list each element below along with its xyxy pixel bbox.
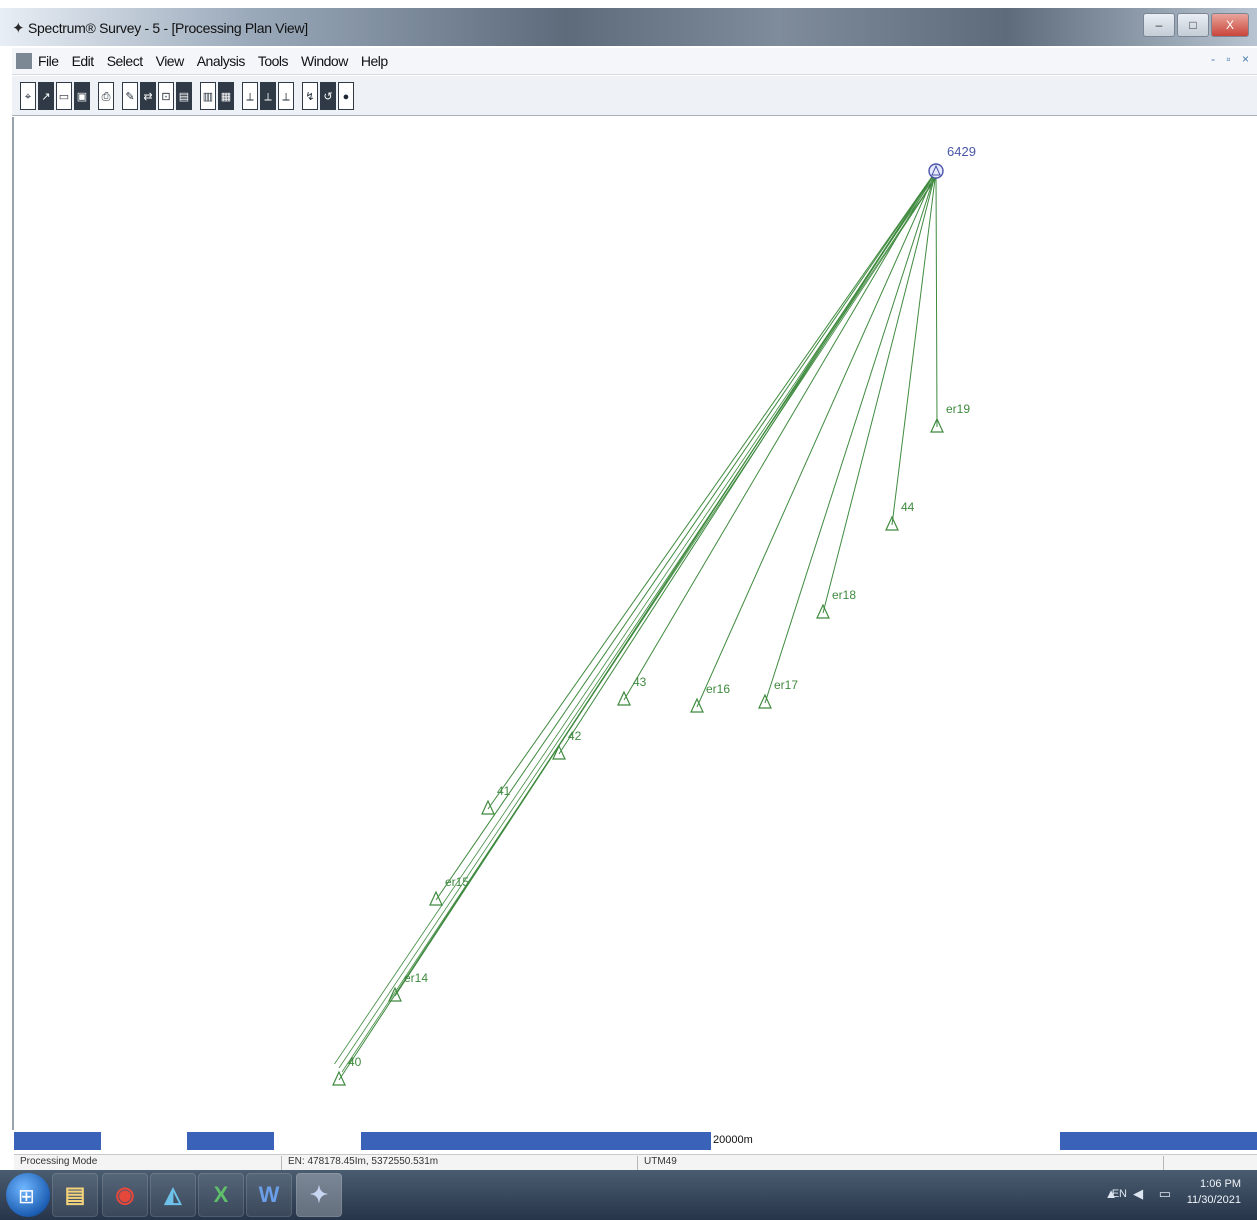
status-empty [1164,1156,1257,1170]
baseline-er17 [764,170,937,704]
toolbar-group: ⌖ ↗ ▭ ▣ [20,81,92,110]
toolbar-group: ▥ ▦ [200,81,236,110]
toolbar-button[interactable]: ▥ [200,81,216,110]
toolbar-button[interactable]: ↺ [320,81,336,110]
baseline-41 [487,170,937,810]
app-window: ✦ Spectrum® Survey - 5 - [Processing Pla… [0,0,1257,1171]
app-icon: ✦ [12,20,25,37]
survey-app-icon: ✦ [309,1182,329,1207]
toolbar-group: ⎙ [98,81,116,110]
toolbar-button[interactable]: ⟂ [242,81,258,110]
title-bar[interactable]: ✦ Spectrum® Survey - 5 - [Processing Pla… [0,8,1257,46]
taskbar-chrome[interactable]: ◉ [102,1173,148,1217]
baseline-er19 [935,170,938,428]
word-icon: W [258,1182,280,1207]
chrome-icon: ◉ [115,1182,135,1207]
menu-window[interactable]: Window [301,53,348,69]
maximize-button[interactable]: □ [1177,13,1209,37]
taskbar-spectrum[interactable]: ◭ [150,1173,196,1217]
window-controls: – □ X [1143,13,1249,37]
toolbar-button[interactable]: ⟂ [260,81,276,110]
station-label: 44 [901,500,915,514]
toolbar-button[interactable]: ▤ [176,81,192,110]
network-plot: er19 44 er18 er17 er16 43 42 41 er15 er14 40 6429 [332,144,976,1086]
station-label: 43 [633,675,647,689]
toolbar-button[interactable]: ✎ [122,81,138,110]
baseline-43 [623,170,937,701]
chart-app-icon: ◭ [164,1182,182,1207]
station-label: er19 [946,402,970,416]
status-mode: Processing Mode [14,1156,282,1170]
toolbar-button[interactable]: ⇄ [140,81,156,110]
start-button[interactable]: ⊞ [6,1173,50,1217]
clock-date: 11/30/2021 [1186,1194,1241,1206]
toolbar-button[interactable]: ⟂ [278,81,294,110]
scale-segment [1060,1132,1257,1150]
taskbar-survey[interactable]: ✦ [296,1173,342,1217]
scale-bar: 20000m [14,1132,1257,1152]
station-label: er17 [774,678,798,692]
taskbar: ⊞ ▤ ◉ ◭ X W ✦ EN ▲ ◀ ▭ 1:06 PM 11/30/202… [0,1170,1257,1220]
status-projection: UTM49 [638,1156,1164,1170]
menu-edit[interactable]: Edit [72,53,95,69]
scale-segment [14,1132,101,1150]
station-label: er16 [706,682,730,696]
folder-icon: ▤ [64,1182,86,1207]
scale-label: 20000m [713,1134,753,1146]
station-label: er14 [404,971,428,985]
plan-view-canvas[interactable]: er19 44 er18 er17 er16 43 42 41 er15 er14 40 6429 [12,117,1257,1130]
toolbar-button[interactable]: ↯ [302,81,318,110]
close-button[interactable]: X [1211,13,1249,37]
station-label: 40 [348,1055,362,1069]
toolbar-button[interactable]: ⌖ [20,81,36,110]
tray-icons[interactable]: ▲ ◀ ▭ [1105,1186,1177,1202]
windows-logo-icon: ⊞ [18,1186,35,1208]
toolbar-group: ⟂ ⟂ ⟂ [242,81,296,110]
station-label: 42 [568,729,582,743]
station-marker [617,690,631,706]
taskbar-explorer[interactable]: ▤ [52,1173,98,1217]
toolbar: ⌖ ↗ ▭ ▣ ⎙ ✎ ⇄ ⊡ ▤ ▥ ▦ ⟂ ⟂ ⟂ ↯ ↺ ● [12,76,1257,116]
station-marker [690,697,704,713]
toolbar-button[interactable]: ⊡ [158,81,174,110]
taskbar-excel[interactable]: X [198,1173,244,1217]
scale-segment [361,1132,711,1150]
baseline-er18 [822,170,937,614]
baseline-er15 [435,170,937,901]
clock[interactable]: 1:06 PM 11/30/2021 [1187,1176,1241,1208]
document-icon[interactable] [16,53,32,69]
status-coordinates: EN: 478178.45Im, 5372550.531m [282,1156,638,1170]
menu-help[interactable]: Help [361,53,388,69]
station-label: er18 [832,588,856,602]
station-label: er15 [445,875,469,889]
station-label: 41 [497,784,511,798]
toolbar-button[interactable]: ⎙ [98,81,114,110]
clock-time: 1:06 PM [1200,1178,1241,1190]
menu-analysis[interactable]: Analysis [197,53,246,69]
minimize-button[interactable]: – [1143,13,1175,37]
menu-tools[interactable]: Tools [258,53,289,69]
status-bar: Processing Mode EN: 478178.45Im, 5372550… [14,1154,1257,1171]
taskbar-word[interactable]: W [246,1173,292,1217]
baseline-er16 [696,170,937,708]
toolbar-button[interactable]: ▦ [218,81,234,110]
toolbar-button[interactable]: ● [338,81,354,110]
menu-bar: File Edit Select View Analysis Tools Win… [12,48,1257,75]
base-station-label: 6429 [947,144,976,159]
baseline-extra [341,174,939,1073]
toolbar-button[interactable]: ▣ [74,81,90,110]
toolbar-group: ✎ ⇄ ⊡ ▤ [122,81,194,110]
excel-icon: X [213,1182,229,1207]
menu-file[interactable]: File [38,53,59,69]
menu-view[interactable]: View [156,53,185,69]
toolbar-button[interactable]: ↗ [38,81,54,110]
scale-segment [187,1132,274,1150]
toolbar-button[interactable]: ▭ [56,81,72,110]
toolbar-group: ↯ ↺ ● [302,81,356,110]
baseline-extra [338,176,937,1069]
menu-select[interactable]: Select [107,53,143,69]
mdi-window-buttons[interactable]: - ▫ × [1211,52,1253,66]
baseline-extra [334,178,934,1065]
window-title: Spectrum® Survey - 5 - [Processing Plan … [28,20,308,36]
